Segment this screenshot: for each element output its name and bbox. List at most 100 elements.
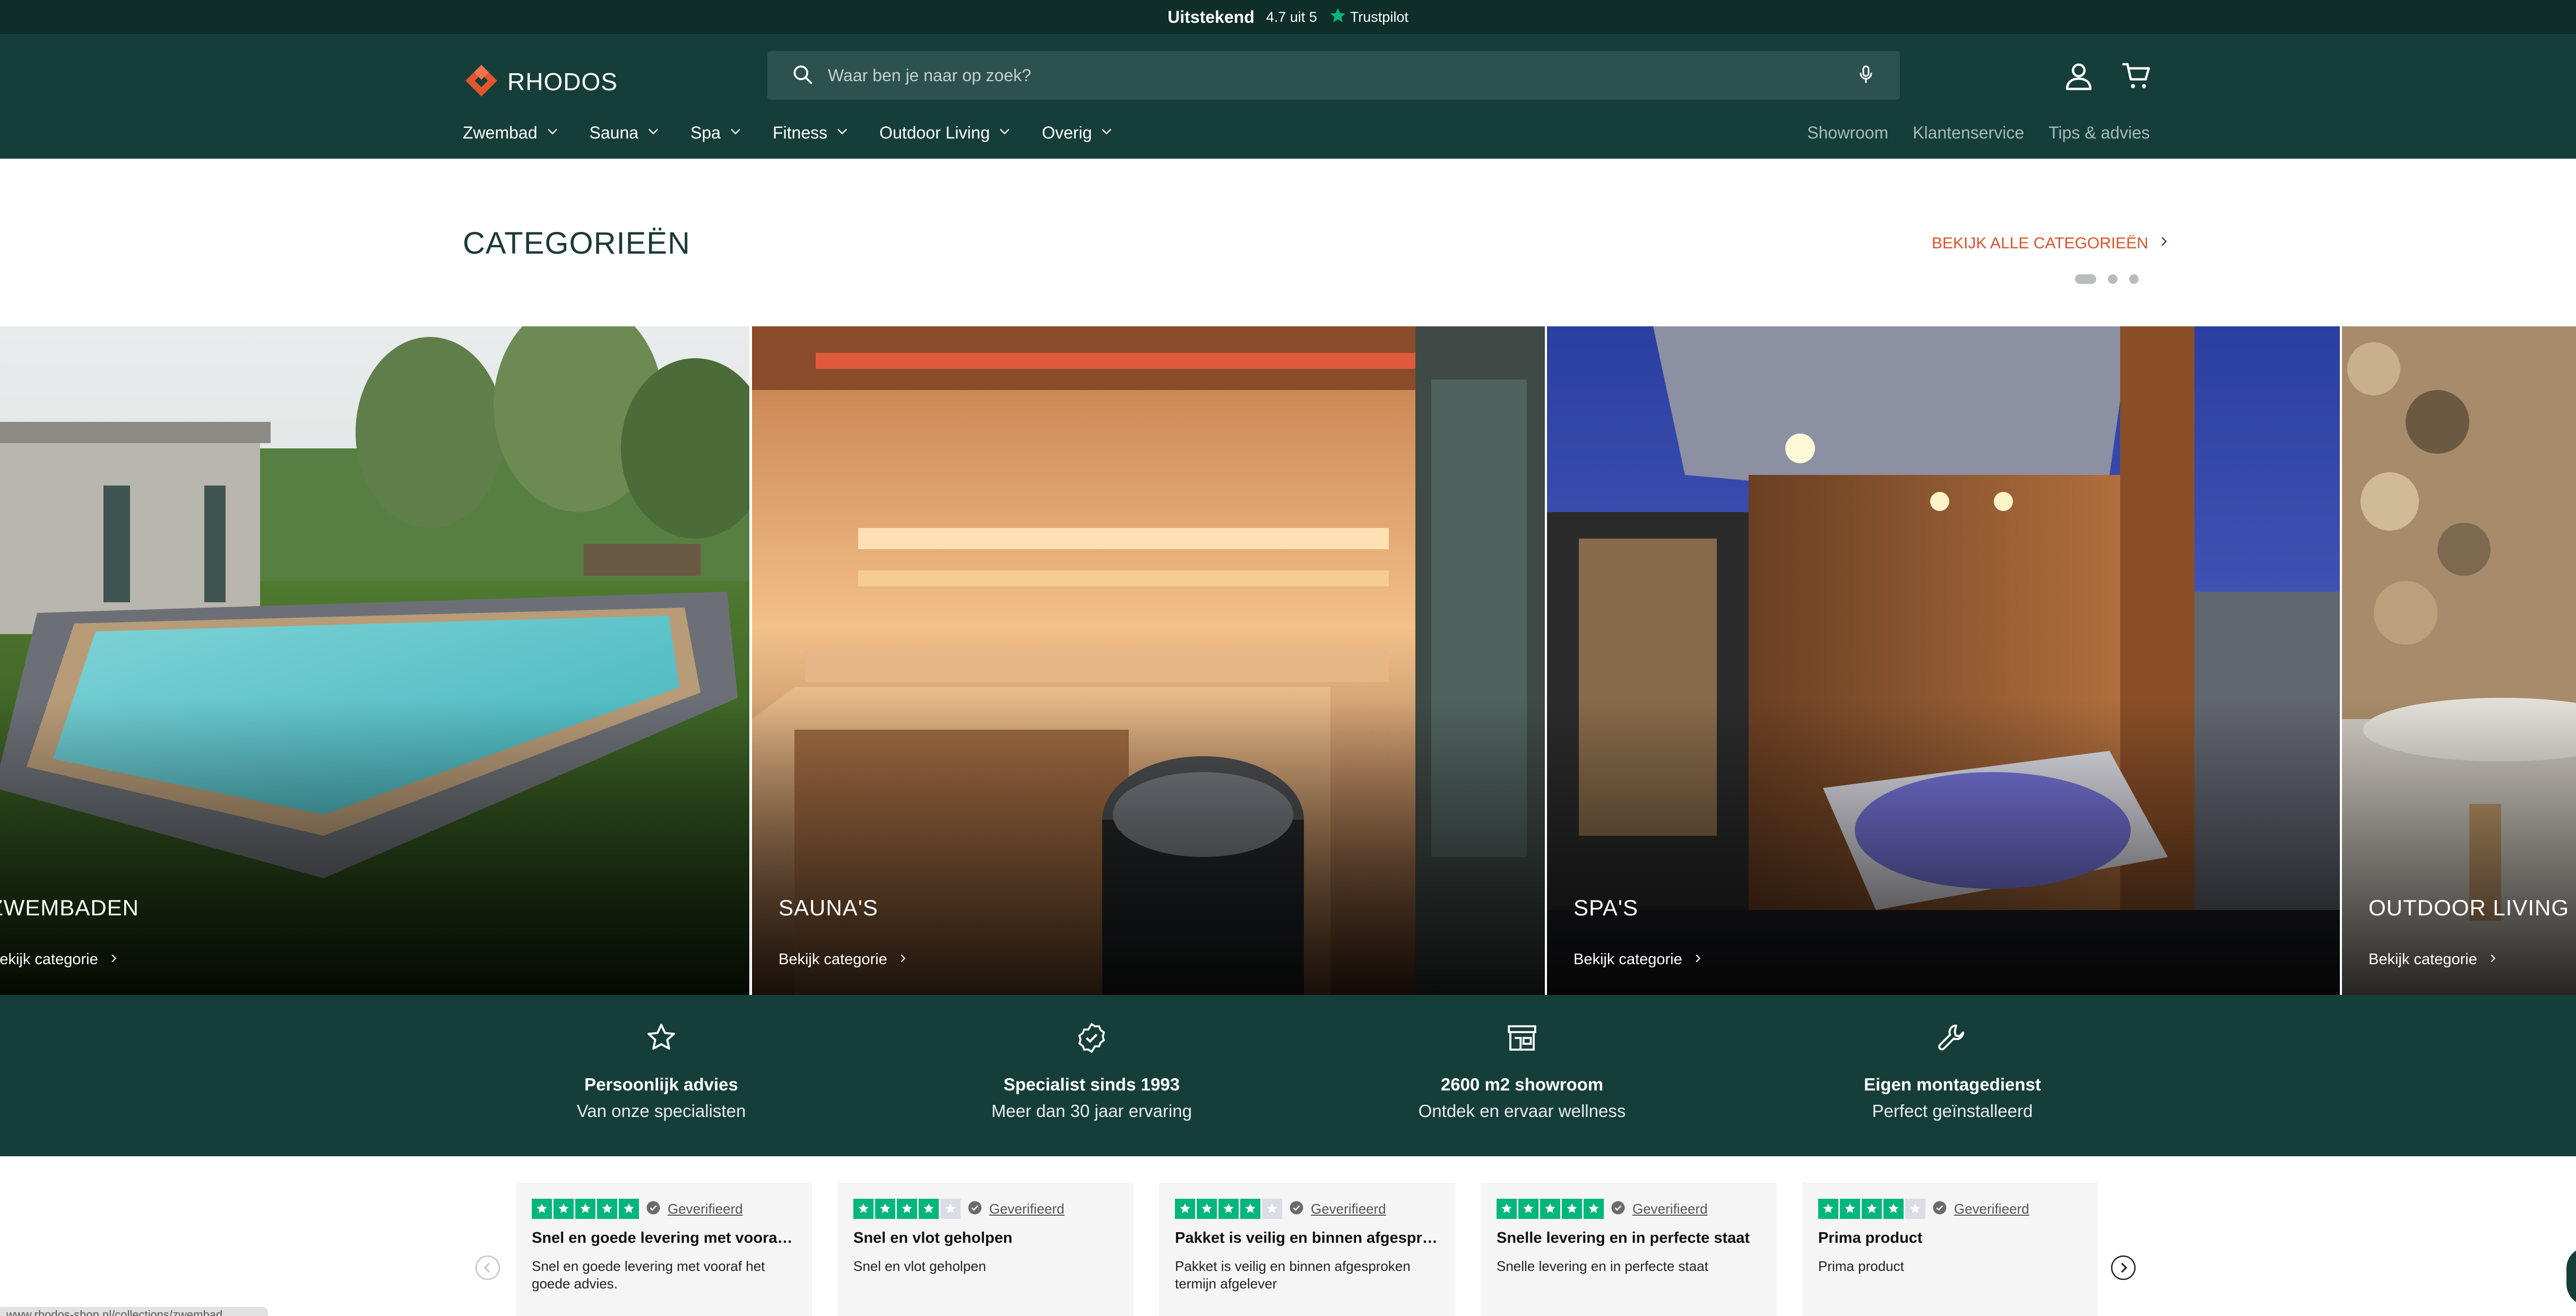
category-card-saunas[interactable]: SAUNA'S Bekijk categorie <box>752 326 1545 995</box>
card-overlay <box>1547 698 2340 995</box>
review-body: Pakket is veilig en binnen afgesproken t… <box>1175 1258 1411 1292</box>
cart-icon[interactable] <box>2117 56 2157 96</box>
verified-label[interactable]: Geverifieerd <box>989 1201 1065 1217</box>
category-card-spas[interactable]: SPA'S Bekijk categorie <box>1547 326 2340 995</box>
review-card[interactable]: Geverifieerd Snel en vlot geholpen Snel en… <box>837 1183 1134 1316</box>
category-slider[interactable]: ZWEMBADEN Bekijk categorie SAUNA'S Bekij… <box>0 326 2576 995</box>
previous-review-button[interactable] <box>474 1254 501 1281</box>
nav-link-klantenservice[interactable]: Klantenservice <box>1913 123 2024 143</box>
rating-star-icon <box>1905 1199 1925 1219</box>
rating-star-icon <box>875 1199 895 1219</box>
review-title: Snel en goede levering met vooraf ... <box>532 1230 796 1246</box>
rating-word: Uitstekend <box>1168 7 1255 27</box>
verified-check-icon <box>645 1200 661 1218</box>
review-title: Snel en vlot geholpen <box>853 1230 1013 1246</box>
pagination-dot[interactable] <box>2129 274 2139 284</box>
review-card[interactable]: Geverifieerd Prima product Prima product <box>1802 1183 2098 1316</box>
review-title: Prima product <box>1818 1230 1923 1246</box>
trustpilot-star-icon <box>1329 6 1347 28</box>
nav-item-spa[interactable]: Spa <box>690 123 743 143</box>
verified-label[interactable]: Geverifieerd <box>1632 1201 1708 1217</box>
nav-label: Fitness <box>772 123 828 142</box>
usp-title: 2600 m2 showroom <box>1440 1075 1604 1094</box>
review-header: Geverifieerd <box>1497 1199 1761 1219</box>
review-card[interactable]: Geverifieerd Pakket is veilig en binnen a… <box>1159 1183 1455 1316</box>
site-header: RHODOS Zwembad Sauna Spa Fitness Outdoor… <box>0 34 2576 159</box>
review-body: Snel en vlot geholpen <box>853 1258 987 1274</box>
rating-star-icon <box>1540 1199 1560 1219</box>
star-rating <box>853 1199 961 1219</box>
rating-star-icon <box>1518 1199 1538 1219</box>
chevron-down-icon <box>545 123 560 143</box>
star-icon <box>644 1020 679 1055</box>
nav-item-overig[interactable]: Overig <box>1042 123 1114 143</box>
slider-pagination <box>2075 274 2139 284</box>
review-body: Snel en goede levering met vooraf het go… <box>532 1258 765 1292</box>
verified-label[interactable]: Geverifieerd <box>1954 1201 2029 1217</box>
star-rating <box>1175 1199 1282 1219</box>
nav-label: Overig <box>1042 123 1092 142</box>
nav-item-sauna[interactable]: Sauna <box>590 123 661 143</box>
microphone-icon[interactable] <box>1855 64 1877 88</box>
usp-item: 2600 m2 showroom Ontdek en ervaar wellne… <box>1363 1020 1681 1121</box>
rating-star-icon <box>1175 1199 1195 1219</box>
nav-item-outdoor-living[interactable]: Outdoor Living <box>879 123 1012 143</box>
view-category-link[interactable]: Bekijk categorie <box>2368 951 2499 968</box>
chevron-down-icon <box>835 123 850 143</box>
verified-label[interactable]: Geverifieerd <box>1311 1201 1386 1217</box>
nav-link-showroom[interactable]: Showroom <box>1807 123 1888 143</box>
search-input[interactable] <box>828 65 1855 85</box>
rating-star-icon <box>1497 1199 1517 1219</box>
usp-subtitle: Van onze specialisten <box>576 1101 746 1121</box>
trustpilot-bar[interactable]: Uitstekend 4.7 uit 5 Trustpilot <box>0 0 2576 34</box>
usp-title: Persoonlijk advies <box>584 1075 738 1094</box>
usp-subtitle: Ontdek en ervaar wellness <box>1418 1101 1626 1121</box>
usp-band: Persoonlijk advies Van onze specialisten… <box>0 995 2576 1156</box>
secondary-nav: Showroom Klantenservice Tips & advies <box>1807 123 2150 143</box>
view-category-link[interactable]: Bekijk categorie <box>1574 951 1704 968</box>
review-card[interactable]: Geverifieerd Snelle levering en in perfec… <box>1481 1183 1777 1316</box>
usp-item: Persoonlijk advies Van onze specialisten <box>502 1020 820 1121</box>
nav-item-zwembad[interactable]: Zwembad <box>463 123 560 143</box>
rhodos-logo-icon <box>463 62 500 102</box>
view-category-label: Bekijk categorie <box>0 951 98 968</box>
review-card[interactable]: Geverifieerd Snel en goede levering met v… <box>516 1183 812 1316</box>
review-header: Geverifieerd <box>853 1199 1118 1219</box>
view-all-categories-link[interactable]: BEKIJK ALLE CATEGORIEËN <box>1932 235 2171 253</box>
chevron-down-icon <box>646 123 661 143</box>
rating-star-icon <box>1818 1199 1838 1219</box>
rating-star-icon <box>1584 1199 1604 1219</box>
category-card-zwembaden[interactable]: ZWEMBADEN Bekijk categorie <box>0 326 749 995</box>
next-review-button[interactable] <box>2110 1254 2137 1281</box>
rating-star-icon <box>597 1199 617 1219</box>
card-overlay <box>0 698 749 995</box>
search-icon[interactable] <box>791 63 814 89</box>
pagination-dot[interactable] <box>2075 274 2096 284</box>
verified-label[interactable]: Geverifieerd <box>668 1201 743 1217</box>
reviews-carousel: Geverifieerd Snel en goede levering met v… <box>0 1156 2576 1316</box>
rating-star-icon <box>1862 1199 1882 1219</box>
nav-label: Spa <box>690 123 721 142</box>
verified-check-icon <box>1289 1200 1304 1218</box>
category-card-outdoor-living[interactable]: OUTDOOR LIVING Bekijk categorie <box>2342 326 2576 995</box>
verified-check-icon <box>1932 1200 1948 1218</box>
usp-title: Specialist sinds 1993 <box>1003 1075 1180 1094</box>
chevron-right-icon <box>2157 235 2171 253</box>
view-category-link[interactable]: Bekijk categorie <box>779 951 909 968</box>
nav-label: Sauna <box>589 123 639 142</box>
nav-link-tips-advies[interactable]: Tips & advies <box>2048 123 2150 143</box>
nav-label: Outdoor Living <box>879 123 990 142</box>
view-category-link[interactable]: Bekijk categorie <box>0 951 119 968</box>
rating-star-icon <box>1883 1199 1904 1219</box>
rating-star-icon <box>1840 1199 1860 1219</box>
account-icon[interactable] <box>2059 56 2098 96</box>
nav-item-fitness[interactable]: Fitness <box>773 123 850 143</box>
logo[interactable]: RHODOS <box>463 55 618 108</box>
usp-title: Eigen montagedienst <box>1864 1075 2041 1094</box>
section-title: CATEGORIEËN <box>463 226 690 261</box>
category-title: OUTDOOR LIVING <box>2368 895 2570 920</box>
search-bar[interactable] <box>767 51 1900 100</box>
chevron-down-icon <box>728 123 743 143</box>
pagination-dot[interactable] <box>2108 274 2117 284</box>
main-nav: Zwembad Sauna Spa Fitness Outdoor Living… <box>463 123 1114 143</box>
